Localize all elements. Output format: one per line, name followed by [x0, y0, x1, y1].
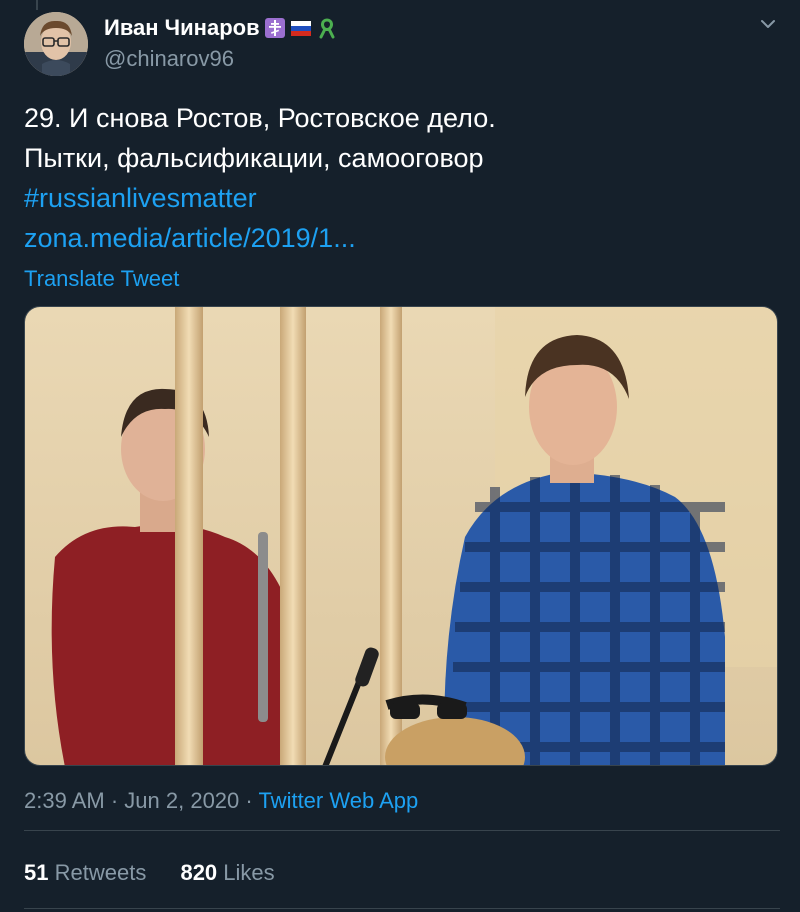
retweets-stat[interactable]: 51 Retweets: [24, 860, 152, 885]
author-block[interactable]: Иван Чинаров @chinarov96: [104, 14, 338, 72]
orthodox-cross-icon: [264, 18, 285, 38]
translate-tweet-link[interactable]: Translate Tweet: [24, 266, 179, 292]
avatar-image: [24, 12, 88, 76]
ribbon-icon: [319, 18, 335, 39]
tweet-photo[interactable]: [24, 306, 778, 766]
likes-label: Likes: [223, 860, 275, 885]
tweet-stats: 51 Retweets 820 Likes: [24, 860, 303, 886]
likes-stat[interactable]: 820 Likes: [180, 860, 274, 885]
tweet-time[interactable]: 2:39 AM: [24, 788, 105, 813]
tweet-detail: Иван Чинаров @chinarov96 29. И снова Рос…: [0, 0, 800, 912]
avatar[interactable]: [24, 12, 88, 76]
divider: [24, 908, 780, 909]
tweet-date[interactable]: Jun 2, 2020: [124, 788, 239, 813]
divider: [24, 830, 780, 831]
tweet-text: 29. И снова Ростов, Ростовское дело. Пыт…: [24, 98, 764, 258]
tweet-source-link[interactable]: Twitter Web App: [258, 788, 418, 813]
hashtag-link[interactable]: #russianlivesmatter: [24, 178, 764, 218]
handle[interactable]: @chinarov96: [104, 46, 338, 72]
tweet-text-line: 29. И снова Ростов, Ростовское дело.: [24, 103, 496, 133]
tweet-meta: 2:39 AM · Jun 2, 2020 · Twitter Web App: [24, 788, 418, 814]
courtroom-photo: [25, 307, 777, 765]
tweet-text-line: Пытки, фальсификации, самооговор: [24, 143, 484, 173]
retweets-count: 51: [24, 860, 49, 885]
meta-separator: ·: [110, 788, 119, 813]
article-link[interactable]: zona.media/article/2019/1...: [24, 218, 764, 258]
display-name[interactable]: Иван Чинаров: [104, 15, 260, 41]
chevron-down-icon[interactable]: [758, 14, 778, 34]
likes-count: 820: [180, 860, 218, 885]
russian-flag-icon: [290, 21, 311, 36]
meta-separator: ·: [245, 788, 253, 813]
retweets-label: Retweets: [54, 860, 147, 885]
